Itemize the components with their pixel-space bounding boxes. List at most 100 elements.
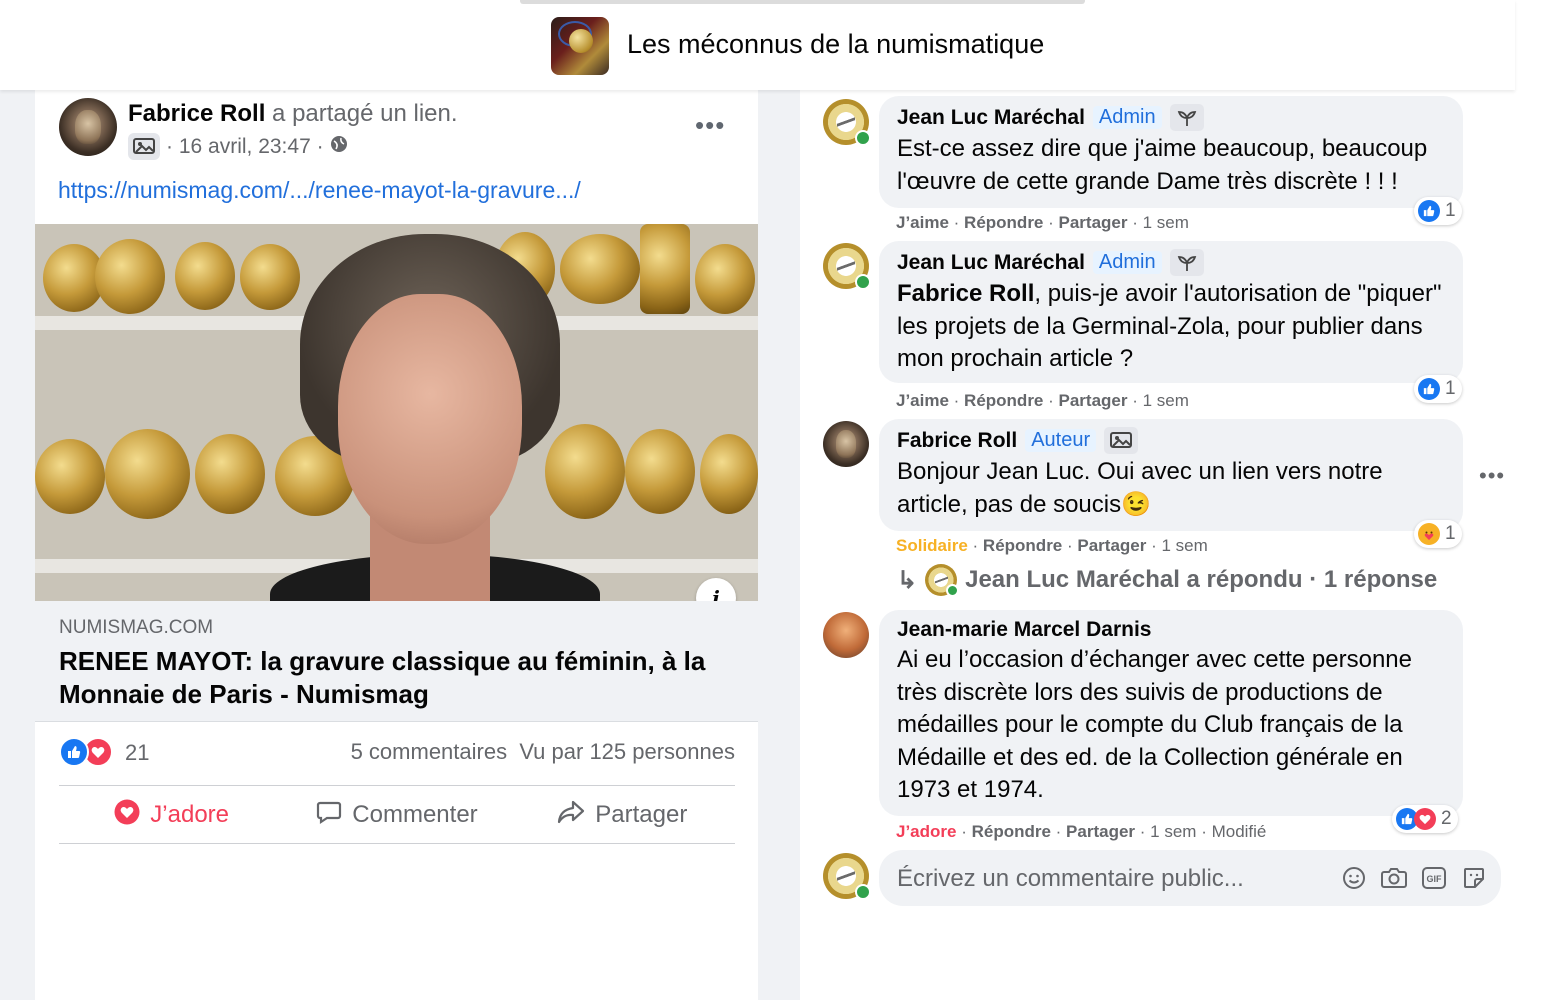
sprout-icon[interactable]	[1169, 249, 1204, 276]
comment-text: Bonjour Jean Luc. Oui avec un lien vers …	[897, 456, 1445, 521]
comment-react-link[interactable]: J’aime	[896, 213, 949, 232]
poster-name[interactable]: Fabrice Roll	[128, 100, 265, 127]
comment-share-link[interactable]: Partager	[1059, 391, 1128, 410]
comment-input[interactable]	[895, 850, 1329, 908]
comment-reaction-badge[interactable]: 1	[1414, 197, 1462, 225]
role-badge[interactable]: Admin	[1092, 251, 1162, 274]
comment-react-link[interactable]: J’adore	[896, 822, 956, 841]
comment-bubble: Jean Luc Maréchal Admin Est-ce assez dir…	[879, 96, 1463, 208]
comment-reply-link[interactable]: Répondre	[972, 822, 1051, 841]
smiley-icon[interactable]	[1341, 865, 1367, 891]
react-button[interactable]: J’adore	[59, 799, 284, 832]
reaction-icons[interactable]	[59, 737, 113, 767]
post-link[interactable]: https://numismag.com/.../renee-mayot-la-…	[58, 177, 581, 204]
comment-author-line: Jean Luc Maréchal Admin	[897, 249, 1445, 276]
role-badge[interactable]: Admin	[1092, 106, 1162, 129]
post-timestamp[interactable]: · 16 avril, 23:47 ·	[166, 135, 324, 159]
comment-options-icon[interactable]: •••	[1479, 463, 1505, 489]
comment-author[interactable]: Fabrice Roll	[897, 429, 1017, 453]
comment-time[interactable]: · 1 sem	[1132, 213, 1189, 232]
comment-author-line: Jean-marie Marcel Darnis	[897, 618, 1445, 642]
comment-reply-link[interactable]: Répondre	[964, 213, 1043, 232]
divider	[59, 843, 735, 844]
view-count[interactable]: Vu par 125 personnes	[519, 739, 735, 764]
online-indicator	[855, 130, 871, 146]
link-domain: NUMISMAG.COM	[59, 617, 214, 638]
commenter-avatar[interactable]	[823, 99, 871, 146]
reaction-count[interactable]: 21	[125, 740, 149, 766]
comment-composer: GIF	[879, 850, 1501, 908]
share-label: Partager	[595, 801, 688, 828]
share-button[interactable]: Partager	[510, 799, 735, 832]
comment-meta: J’aime · Répondre · Partager · 1 sem	[896, 391, 1189, 410]
comment-reaction-badge[interactable]: 2	[1392, 805, 1458, 833]
medal	[240, 244, 300, 310]
mention-link[interactable]: Fabrice Roll	[897, 280, 1034, 307]
comment-author-line: Fabrice Roll Auteur	[897, 427, 1445, 454]
comment-time[interactable]: · 1 sem	[1151, 536, 1208, 555]
camera-icon[interactable]	[1381, 865, 1407, 891]
link-preview-image[interactable]	[35, 224, 758, 601]
medal	[35, 439, 105, 514]
medal	[105, 429, 190, 519]
visual-storyteller-badge-icon[interactable]	[1104, 427, 1139, 454]
group-title[interactable]: Les méconnus de la numismatique	[627, 29, 1044, 60]
medal	[95, 239, 165, 314]
post-action-text: a partagé un lien.	[272, 100, 458, 127]
comment-time[interactable]: · 1 sem	[1132, 391, 1189, 410]
medal	[695, 244, 755, 314]
post-actions: J’adore Commenter Partager	[59, 787, 735, 843]
medal	[195, 434, 265, 514]
link-title[interactable]: RENEE MAYOT: la gravure classique au fém…	[59, 645, 719, 711]
view-replies-link[interactable]: ↳ Jean Luc Maréchal a répondu · 1 répons…	[897, 564, 1437, 597]
comment-bubble: Fabrice Roll Auteur Bonjour Jean Luc. Ou…	[879, 419, 1463, 531]
comment-bubble: Jean Luc Maréchal Admin Fabrice Roll, pu…	[879, 241, 1463, 383]
group-cover-thumbnail[interactable]	[551, 17, 609, 75]
wink-emoji-icon: 😉	[1121, 490, 1151, 518]
comment-time[interactable]: · 1 sem	[1140, 822, 1197, 841]
comment-button[interactable]: Commenter	[284, 799, 509, 832]
comment-share-link[interactable]: Partager	[1077, 536, 1146, 555]
comment-reply-link[interactable]: Répondre	[983, 536, 1062, 555]
comment-share-link[interactable]: Partager	[1059, 213, 1128, 232]
edited-label[interactable]: · Modifié	[1201, 822, 1266, 841]
comment-reaction-badge[interactable]: 1	[1414, 375, 1462, 403]
like-reaction-icon	[1418, 378, 1440, 400]
post-card: Fabrice Roll a partagé un lien. · 16 avr…	[35, 90, 758, 1000]
gif-icon[interactable]: GIF	[1421, 865, 1447, 891]
comment-text: Est-ce assez dire que j'aime beaucoup, b…	[897, 135, 1428, 195]
commenter-avatar[interactable]	[823, 612, 869, 658]
current-user-avatar[interactable]	[823, 853, 871, 900]
like-reaction-icon	[1418, 200, 1440, 222]
commenter-avatar[interactable]	[823, 421, 869, 467]
comment-meta: J’aime · Répondre · Partager · 1 sem	[896, 213, 1189, 232]
comment-reaction-badge[interactable]: 1	[1414, 520, 1462, 548]
portrait	[270, 234, 600, 601]
scroll-indicator	[520, 0, 1085, 4]
reply-avatar	[925, 564, 960, 597]
comment-reply-link[interactable]: Répondre	[964, 391, 1043, 410]
commenter-avatar[interactable]	[823, 243, 871, 290]
online-indicator	[946, 584, 960, 597]
role-badge[interactable]: Auteur	[1025, 429, 1097, 452]
comment-reaction-count: 1	[1445, 200, 1456, 221]
link-preview-footer[interactable]: NUMISMAG.COM RENEE MAYOT: la gravure cla…	[35, 601, 758, 722]
medal	[640, 224, 690, 314]
visual-storyteller-badge-icon[interactable]	[128, 133, 160, 160]
comment-share-link[interactable]: Partager	[1066, 822, 1135, 841]
comment-author[interactable]: Jean Luc Maréchal	[897, 106, 1085, 130]
comment-react-link[interactable]: J’aime	[896, 391, 949, 410]
sticker-icon[interactable]	[1461, 865, 1487, 891]
comment-count[interactable]: 5 commentaires	[351, 739, 508, 764]
sprout-icon[interactable]	[1169, 104, 1204, 131]
medal	[625, 429, 695, 514]
reply-arrow-icon: ↳	[897, 566, 918, 594]
comment-reaction-count: 2	[1441, 808, 1452, 829]
post-options-icon[interactable]: •••	[695, 110, 725, 141]
comment-reaction-count: 1	[1445, 378, 1456, 399]
poster-avatar[interactable]	[59, 98, 117, 156]
comment-react-link[interactable]: Solidaire	[896, 536, 968, 555]
comment-author[interactable]: Jean-marie Marcel Darnis	[897, 618, 1151, 642]
thumbnail-coin	[569, 29, 593, 53]
comment-author[interactable]: Jean Luc Maréchal	[897, 251, 1085, 275]
